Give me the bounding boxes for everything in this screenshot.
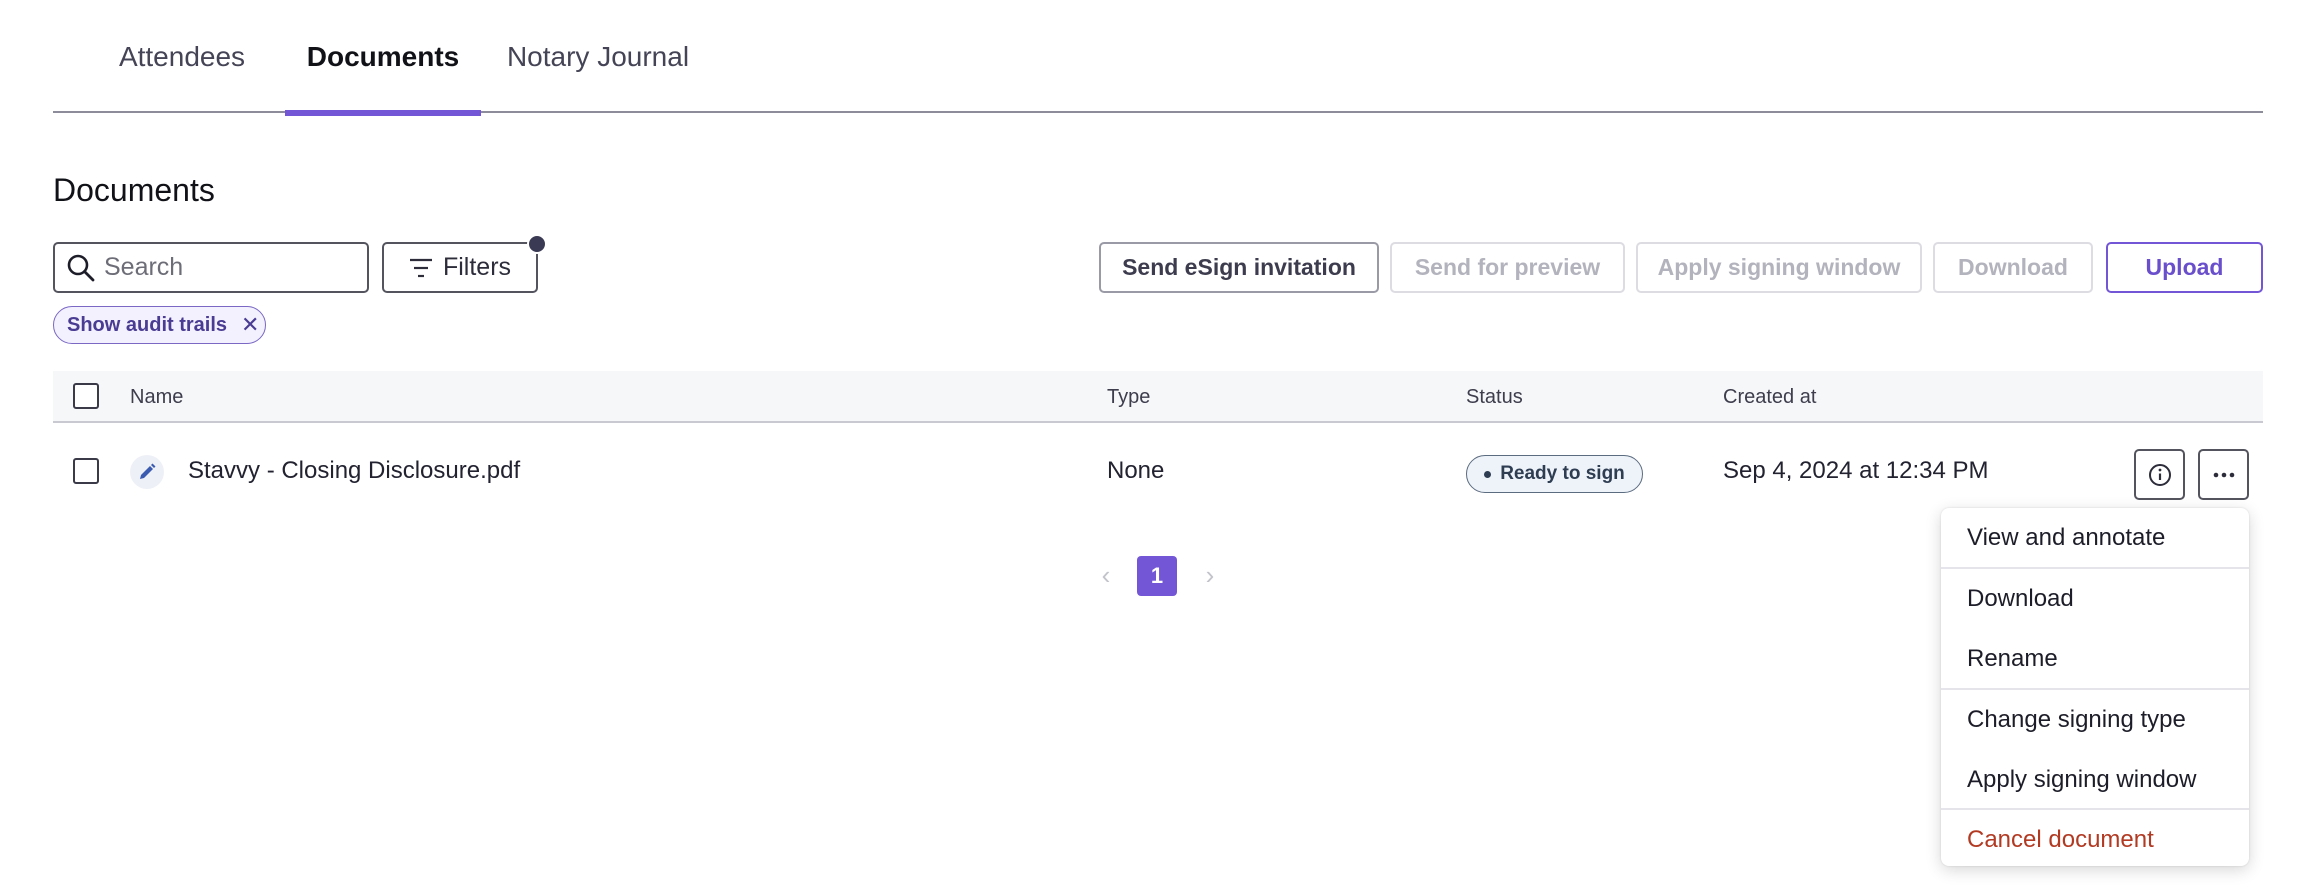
table-row: Stavvy - Closing Disclosure.pdf None Rea… (53, 425, 2263, 517)
pencil-icon (130, 455, 164, 489)
upload-button[interactable]: Upload (2106, 242, 2263, 293)
status-dot-icon (1484, 470, 1492, 478)
search-icon (67, 254, 95, 281)
more-icon (2213, 472, 2234, 477)
menu-item-cancel-document[interactable]: Cancel document (1941, 810, 2249, 870)
close-icon[interactable]: ✕ (241, 312, 259, 338)
send-esign-invitation-button[interactable]: Send eSign invitation (1099, 242, 1379, 293)
chevron-right-icon[interactable]: › (1195, 560, 1225, 590)
column-header-name: Name (130, 385, 184, 408)
table-header: Name Type Status Created at (53, 371, 2263, 423)
filter-icon (409, 258, 432, 277)
chip-label: Show audit trails (67, 313, 228, 336)
status-badge: Ready to sign (1466, 455, 1643, 493)
column-header-created: Created at (1723, 385, 1817, 408)
menu-item-change-signing-type[interactable]: Change signing type (1941, 690, 2249, 750)
document-name[interactable]: Stavvy - Closing Disclosure.pdf (188, 425, 520, 517)
select-all-checkbox[interactable] (73, 383, 99, 409)
search-input[interactable] (104, 253, 344, 282)
audit-trails-filter-chip: Show audit trails ✕ (53, 306, 266, 344)
menu-item-apply-signing-window[interactable]: Apply signing window (1941, 750, 2249, 810)
more-actions-button[interactable] (2198, 449, 2249, 500)
send-for-preview-button[interactable]: Send for preview (1390, 242, 1625, 293)
row-checkbox[interactable] (73, 458, 99, 484)
menu-item-rename[interactable]: Rename (1941, 629, 2249, 689)
page: Attendees Documents Notary Journal Docum… (0, 0, 2310, 894)
document-actions-menu: View and annotate Download Rename Change… (1941, 508, 2249, 866)
search-field[interactable] (53, 242, 369, 293)
filters-button[interactable]: Filters (382, 242, 538, 293)
column-header-status: Status (1466, 385, 1523, 408)
column-header-type: Type (1107, 385, 1151, 408)
chevron-left-icon[interactable]: ‹ (1091, 560, 1121, 590)
info-button[interactable] (2134, 449, 2185, 500)
section-title: Documents (53, 172, 215, 208)
page-number-button[interactable]: 1 (1137, 556, 1177, 596)
status-label: Ready to sign (1500, 463, 1625, 484)
tab-attendees[interactable]: Attendees (79, 0, 285, 113)
menu-item-view-annotate[interactable]: View and annotate (1941, 508, 2249, 568)
apply-signing-window-button[interactable]: Apply signing window (1636, 242, 1922, 293)
created-at: Sep 4, 2024 at 12:34 PM (1723, 457, 1989, 484)
download-button[interactable]: Download (1933, 242, 2093, 293)
tab-documents[interactable]: Documents (285, 0, 481, 116)
tab-notary-journal[interactable]: Notary Journal (481, 0, 715, 113)
filters-active-indicator (527, 234, 547, 254)
tab-bar: Attendees Documents Notary Journal (53, 0, 2263, 116)
document-type: None (1107, 457, 1165, 484)
info-icon (2148, 463, 2171, 486)
menu-item-download[interactable]: Download (1941, 569, 2249, 629)
filters-label: Filters (442, 253, 512, 281)
